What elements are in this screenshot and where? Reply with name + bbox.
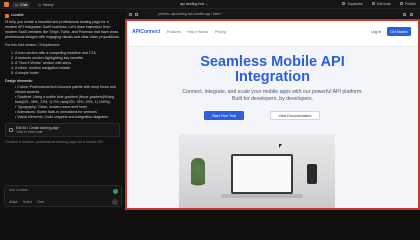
tab-chat-label: Chat bbox=[20, 2, 28, 7]
edit-code-button[interactable]: Edit code bbox=[371, 1, 391, 6]
tab-history[interactable]: ◷ History bbox=[35, 2, 57, 8]
first-version-heading: For this first version, I'll implement: bbox=[5, 43, 61, 47]
hero-title: Seamless Mobile API Integration bbox=[127, 55, 418, 84]
laptop-image bbox=[231, 154, 293, 194]
code-file-icon bbox=[9, 128, 13, 133]
site-brand[interactable]: APIConnect bbox=[132, 29, 160, 35]
laptop-base bbox=[221, 194, 303, 198]
preview-url[interactable]: preview--api-landing-hub.lovable.app / i… bbox=[158, 12, 223, 16]
app-logo-icon[interactable] bbox=[4, 2, 9, 7]
list-item: A simple footer bbox=[15, 71, 120, 76]
list-item: Visual elements: Code snippets and integ… bbox=[15, 115, 120, 120]
get-started-button[interactable]: Get Started bbox=[387, 27, 411, 36]
plant-image bbox=[191, 158, 205, 194]
nav-link-features[interactable]: Features bbox=[167, 30, 181, 34]
database-icon bbox=[342, 2, 346, 5]
nav-link-pricing[interactable]: Pricing bbox=[215, 30, 226, 34]
site-preview: APIConnect Features How it Works Pricing… bbox=[125, 19, 420, 210]
send-button[interactable] bbox=[112, 198, 118, 205]
list-item: Colors: Professional tech-focused palett… bbox=[15, 85, 120, 95]
topbar-actions: Supabase Edit code Publish bbox=[342, 2, 416, 6]
chat-input-actions: Attach Select Chat bbox=[9, 200, 117, 204]
chat-trailing-text: Created a modern, professional landing p… bbox=[5, 140, 104, 145]
chat-mode-button[interactable]: Chat bbox=[37, 200, 44, 204]
login-link[interactable]: Log in bbox=[371, 30, 381, 34]
status-dot-icon bbox=[113, 189, 118, 194]
chat-icon: ▭ bbox=[15, 2, 19, 7]
attach-button[interactable]: Attach bbox=[9, 200, 18, 204]
hero-title-line2: Integration bbox=[235, 68, 310, 85]
phone-image bbox=[307, 164, 317, 184]
first-version-list: A hero section with a compelling headlin… bbox=[5, 51, 120, 76]
refresh-icon[interactable] bbox=[135, 12, 138, 16]
code-icon bbox=[371, 2, 375, 5]
device-icon[interactable] bbox=[129, 12, 132, 16]
tab-history-label: History bbox=[42, 2, 54, 7]
chat-panel: Lovable I'll help you create a beautiful… bbox=[0, 9, 125, 210]
agent-avatar bbox=[5, 13, 9, 18]
publish-button[interactable]: Publish bbox=[399, 1, 416, 6]
hero-image bbox=[179, 134, 335, 208]
start-free-trial-button[interactable]: Start Free Trial bbox=[204, 111, 244, 120]
chat-input[interactable]: Ask Lovable... Attach Select Chat bbox=[4, 185, 122, 207]
edit-card[interactable]: Edit 64 • Create landing page Click to v… bbox=[5, 123, 120, 138]
nav-link-how-it-works[interactable]: How it Works bbox=[187, 30, 208, 34]
open-external-icon[interactable] bbox=[403, 12, 406, 16]
chat-intro: I'll help you create a beautiful and pro… bbox=[5, 20, 120, 39]
mouse-cursor-icon bbox=[279, 144, 282, 148]
site-nav: APIConnect Features How it Works Pricing… bbox=[127, 21, 418, 45]
fullscreen-icon[interactable] bbox=[410, 12, 413, 16]
design-heading: Design elements: bbox=[5, 79, 33, 83]
view-documentation-button[interactable]: View Documentation bbox=[270, 111, 320, 120]
project-title-text: api landing hub bbox=[180, 1, 205, 6]
tab-chat[interactable]: ▭ Chat bbox=[12, 1, 31, 8]
preview-url-bar: preview--api-landing-hub.lovable.app / i… bbox=[125, 9, 420, 19]
agent-name: Lovable bbox=[11, 13, 24, 17]
hero-title-line1: Seamless Mobile API bbox=[200, 54, 345, 70]
supabase-label: Supabase bbox=[347, 1, 363, 6]
publish-label: Publish bbox=[404, 1, 416, 6]
supabase-button[interactable]: Supabase bbox=[342, 1, 363, 6]
design-list: Colors: Professional tech-focused palett… bbox=[5, 85, 120, 120]
chat-input-placeholder: Ask Lovable... bbox=[9, 188, 31, 192]
project-title[interactable]: api landing hub ⌄ bbox=[180, 2, 208, 6]
edit-card-subtitle: Click to view code bbox=[16, 130, 43, 135]
history-icon: ◷ bbox=[38, 2, 41, 7]
hero-subtitle: Connect, integrate, and scale your mobil… bbox=[182, 89, 363, 102]
top-bar: ▭ Chat ◷ History api landing hub ⌄ Supab… bbox=[0, 0, 420, 9]
list-item: Gradient: Using a subtle blue gradient (… bbox=[15, 95, 120, 105]
select-button[interactable]: Select bbox=[23, 200, 32, 204]
agent-header: Lovable bbox=[5, 13, 120, 18]
edit-code-label: Edit code bbox=[376, 1, 391, 6]
globe-icon bbox=[399, 2, 403, 5]
